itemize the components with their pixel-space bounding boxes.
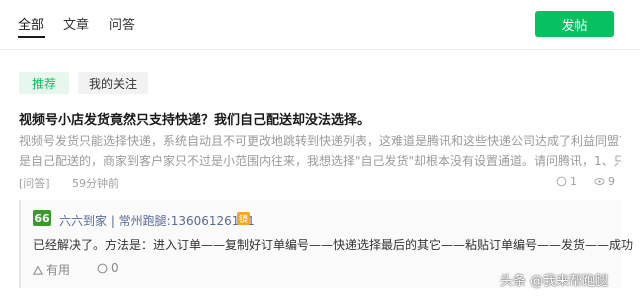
tab-all[interactable]: 全部 [18,14,44,33]
avatar[interactable]: 66 [33,210,51,226]
top-tabs: 全部 文章 问答 发帖 [0,0,640,44]
reply-count: 0 [111,261,119,275]
reply-button[interactable]: 0 [97,261,119,275]
comment-icon [97,263,108,273]
answer-author[interactable]: 六六到家 | 常州跑腿:13606126141 [59,212,255,229]
filter-following[interactable]: 我的关注 [78,72,148,94]
excerpt-line-2: 是自己配送的，商家到客户家只不过是小范围内往来，我想选择"自己发货"却根本没有设… [19,154,621,168]
comment-icon [556,176,567,187]
tab-qa[interactable]: 问答 [109,14,135,33]
post-button[interactable]: 发帖 [535,11,614,37]
excerpt-line-1: 视频号发货只能选择快递，系统自动且不可更改地跳转到快递列表，这难道是腾讯和这些快… [19,134,621,148]
question-title[interactable]: 视频号小店发货竟然只支持快递？我们自己配送却没法选择。 [19,109,370,128]
useful-button[interactable]: 有用 [33,261,70,278]
question-time: 59分钟前 [72,177,119,190]
author-badge: 镜 [237,212,250,225]
question-tag[interactable]: [问答] [19,175,50,191]
question-excerpt[interactable]: 视频号发货只能选择快递，系统自动且不可更改地跳转到快递列表，这难道是腾讯和这些快… [19,131,621,171]
eye-icon [594,178,605,185]
comment-count-value: 1 [570,175,577,188]
watermark: 头条 @我来帮跑腿 [500,274,609,289]
active-tab-indicator [18,36,45,38]
comment-count[interactable]: 1 [556,175,577,188]
divider [0,49,640,50]
answer-text: 已经解决了。方法是：进入订单——复制好订单编号——快递选择最后的其它——粘贴订单… [33,238,634,252]
filter-recommended[interactable]: 推荐 [19,72,69,94]
useful-label: 有用 [46,263,71,277]
thumbs-up-icon [33,265,43,275]
view-count-value: 9 [608,175,615,188]
view-count: 9 [594,175,615,188]
tab-articles[interactable]: 文章 [63,14,89,33]
